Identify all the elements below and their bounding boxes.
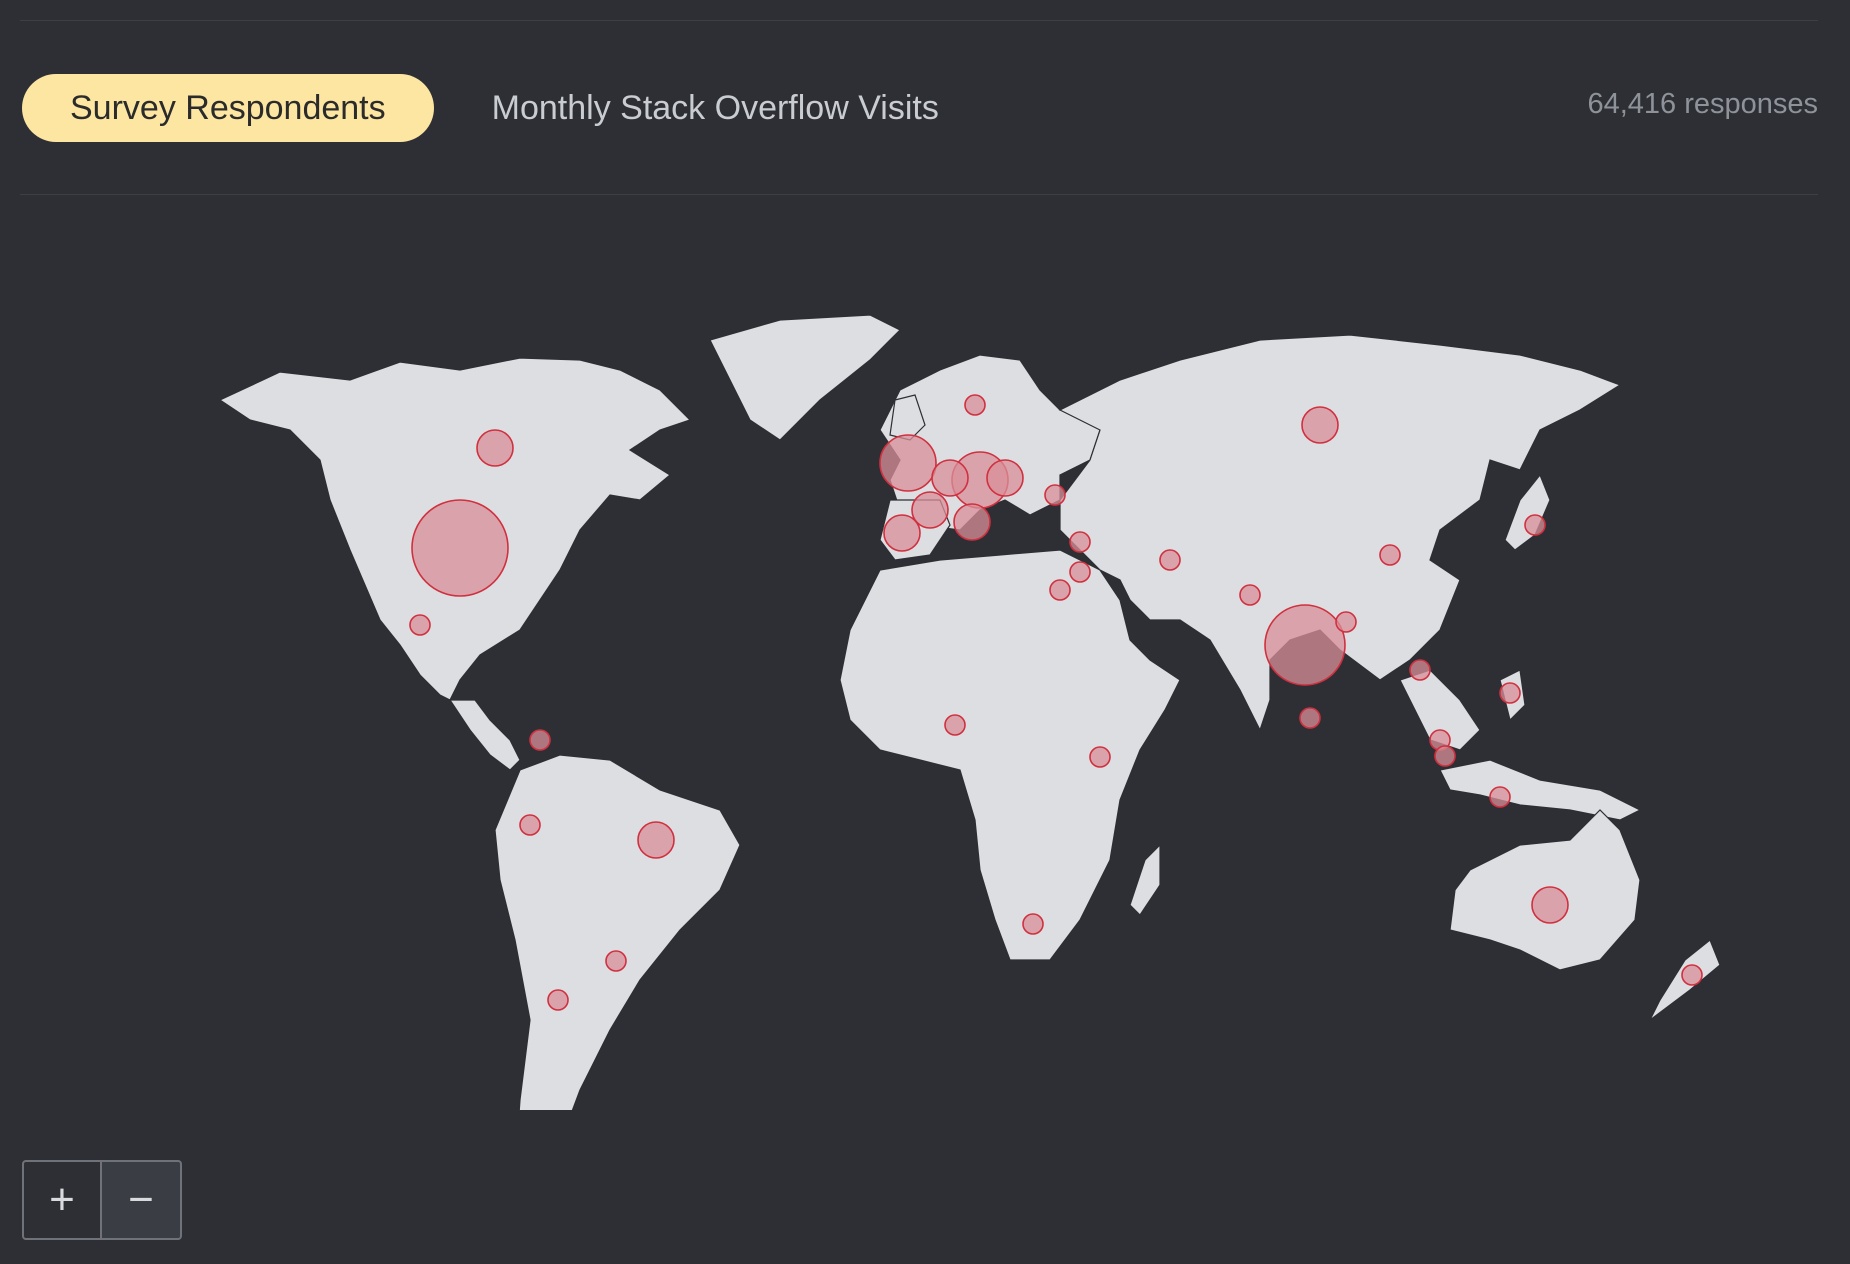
zoom-in-button[interactable]: +	[22, 1160, 102, 1240]
top-divider	[20, 20, 1818, 21]
bubble-united-kingdom[interactable]	[879, 434, 937, 492]
bubble-netherlands[interactable]	[931, 459, 969, 497]
bubble-poland[interactable]	[986, 459, 1024, 497]
zoom-controls: + −	[22, 1160, 186, 1248]
bubble-south-africa[interactable]	[1022, 913, 1044, 935]
zoom-out-button[interactable]: −	[102, 1160, 182, 1240]
metric-tabs: Survey Respondents Monthly Stack Overflo…	[22, 74, 987, 142]
bubble-mexico[interactable]	[409, 614, 431, 636]
bubble-chile[interactable]	[547, 989, 569, 1011]
header-divider	[20, 194, 1818, 195]
land-africa	[839, 549, 1181, 961]
land-masses	[218, 314, 1721, 1110]
bubble-ukraine[interactable]	[1044, 484, 1066, 506]
bubble-canada[interactable]	[476, 429, 514, 467]
bubble-united-states[interactable]	[411, 499, 509, 597]
land-japan	[1504, 473, 1551, 551]
land-madagascar	[1129, 843, 1161, 916]
world-map[interactable]	[20, 300, 1830, 1110]
bubble-turkey[interactable]	[1069, 531, 1091, 553]
bubble-egypt[interactable]	[1049, 579, 1071, 601]
bubble-vietnam[interactable]	[1409, 659, 1431, 681]
bubble-indonesia[interactable]	[1489, 786, 1511, 808]
tab-survey-respondents[interactable]: Survey Respondents	[22, 74, 434, 142]
bubble-colombia[interactable]	[529, 729, 551, 751]
bubble-kenya[interactable]	[1089, 746, 1111, 768]
bubble-pakistan[interactable]	[1239, 584, 1261, 606]
bubble-china[interactable]	[1379, 544, 1401, 566]
bubble-israel[interactable]	[1069, 561, 1091, 583]
bubble-spain[interactable]	[883, 514, 921, 552]
land-south-america	[494, 754, 741, 1110]
bubble-italy[interactable]	[953, 503, 991, 541]
bubble-sri-lanka[interactable]	[1299, 707, 1321, 729]
bubble-bangladesh[interactable]	[1335, 611, 1357, 633]
bubble-new-zealand[interactable]	[1681, 964, 1703, 986]
bubble-sweden[interactable]	[964, 394, 986, 416]
bubble-australia[interactable]	[1531, 886, 1569, 924]
tab-monthly-visits[interactable]: Monthly Stack Overflow Visits	[444, 74, 987, 142]
bubble-nigeria[interactable]	[944, 714, 966, 736]
bubble-brazil[interactable]	[637, 821, 675, 859]
bubble-india[interactable]	[1264, 604, 1346, 686]
land-indonesia	[1439, 759, 1642, 821]
bubble-singapore[interactable]	[1434, 745, 1456, 767]
bubble-russia[interactable]	[1301, 406, 1339, 444]
land-greenland	[709, 314, 902, 441]
bubble-philippines[interactable]	[1499, 682, 1521, 704]
land-central-america	[448, 699, 521, 771]
bubble-peru[interactable]	[519, 814, 541, 836]
bubble-iran[interactable]	[1159, 549, 1181, 571]
response-count: 64,416 responses	[1587, 88, 1818, 120]
bubble-japan[interactable]	[1524, 514, 1546, 536]
bubble-argentina[interactable]	[605, 950, 627, 972]
